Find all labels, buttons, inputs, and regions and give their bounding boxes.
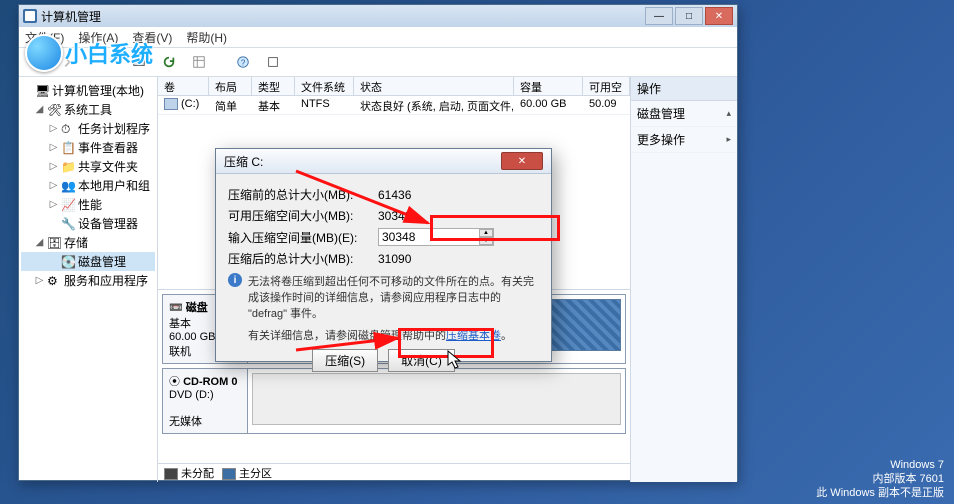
cancel-button[interactable]: 取消(C): [388, 349, 455, 372]
disk-icon: 💽: [61, 255, 75, 269]
value-total-before: 61436: [378, 188, 539, 202]
users-icon: 👥: [61, 179, 75, 193]
col-status[interactable]: 状态: [354, 77, 514, 95]
computer-icon: 🖥: [35, 84, 49, 98]
forward-button[interactable]: [55, 50, 79, 74]
label-enter-amount: 输入压缩空间量(MB)(E):: [228, 229, 378, 246]
folder-icon: 📁: [61, 160, 75, 174]
col-filesystem[interactable]: 文件系统: [295, 77, 354, 95]
label-total-before: 压缩前的总计大小(MB):: [228, 186, 378, 203]
help-link[interactable]: 压缩基本卷: [446, 330, 501, 342]
volume-icon: [164, 98, 178, 110]
actions-more[interactable]: 更多操作▸: [631, 127, 737, 153]
shrink-dialog: 压缩 C: ✕ 压缩前的总计大小(MB):61436 可用压缩空间大小(MB):…: [215, 148, 552, 362]
menubar: 文件(F) 操作(A) 查看(V) 帮助(H): [19, 27, 737, 48]
col-volume[interactable]: 卷: [158, 77, 209, 95]
volume-row-c[interactable]: (C:) 简单 基本 NTFS 状态良好 (系统, 启动, 页面文件, 活动, …: [158, 96, 630, 115]
tree-task-scheduler[interactable]: ▷⏱任务计划程序: [21, 119, 155, 138]
titlebar[interactable]: 计算机管理 — □ ✕: [19, 5, 737, 27]
perf-icon: 📈: [61, 198, 75, 212]
label-total-after: 压缩后的总计大小(MB):: [228, 250, 378, 267]
shrink-amount-input[interactable]: [378, 228, 494, 246]
legend: 未分配 主分区: [158, 463, 630, 482]
spin-up-button[interactable]: ▲: [479, 229, 493, 237]
menu-action[interactable]: 操作(A): [78, 29, 118, 46]
nav-tree[interactable]: 🖥计算机管理(本地) ◢🛠系统工具 ▷⏱任务计划程序 ▷📋事件查看器 ▷📁共享文…: [19, 77, 158, 482]
cdrom-empty: [252, 373, 621, 425]
tree-root[interactable]: 🖥计算机管理(本地): [21, 81, 155, 100]
shrink-button[interactable]: 压缩(S): [312, 349, 378, 372]
value-available-shrink: 30348: [378, 209, 539, 223]
menu-help[interactable]: 帮助(H): [186, 29, 227, 46]
toolbar: 小白系统 ?: [19, 48, 737, 77]
menu-file[interactable]: 文件(F): [25, 29, 64, 46]
menu-view[interactable]: 查看(V): [132, 29, 172, 46]
cdrom-icon: ⦿: [169, 376, 180, 388]
tree-shared-folders[interactable]: ▷📁共享文件夹: [21, 157, 155, 176]
actions-pane: 操作 磁盘管理▴ 更多操作▸: [630, 77, 737, 482]
desktop: 计算机管理 — □ ✕ 文件(F) 操作(A) 查看(V) 帮助(H) 小白系统: [0, 0, 954, 504]
windows-watermark: Windows 7 内部版本 7601 此 Windows 副本不是正版: [816, 458, 944, 500]
tools-icon: 🛠: [47, 103, 61, 117]
toolbar-icon-3[interactable]: [187, 50, 211, 74]
back-button[interactable]: [25, 50, 49, 74]
refresh-button[interactable]: [157, 50, 181, 74]
clock-icon: ⏱: [61, 122, 75, 136]
tree-event-viewer[interactable]: ▷📋事件查看器: [21, 138, 155, 157]
help-button[interactable]: ?: [231, 50, 255, 74]
swatch-unallocated: [164, 468, 178, 480]
tree-services-apps[interactable]: ▷⚙服务和应用程序: [21, 271, 155, 290]
volume-list-header[interactable]: 卷 布局 类型 文件系统 状态 容量 可用空: [158, 77, 630, 96]
dialog-title: 压缩 C:: [224, 153, 263, 170]
storage-icon: 🗄: [47, 236, 61, 250]
tree-performance[interactable]: ▷📈性能: [21, 195, 155, 214]
col-capacity[interactable]: 容量: [514, 77, 583, 95]
close-button[interactable]: ✕: [705, 7, 733, 25]
chevron-down-icon: ▴: [726, 108, 731, 119]
spin-down-button[interactable]: ▼: [479, 237, 493, 245]
info-note-2: 有关详细信息，请参阅磁盘管理帮助中的压缩基本卷。: [248, 327, 539, 343]
actions-disk-mgmt[interactable]: 磁盘管理▴: [631, 101, 737, 127]
window-icon: [23, 9, 37, 23]
col-free[interactable]: 可用空: [583, 77, 630, 95]
info-note: i 无法将卷压缩到超出任何不可移动的文件所在的点。有关完成该操作时间的详细信息，…: [228, 273, 539, 321]
toolbar-icon-1[interactable]: [127, 50, 151, 74]
toolbar-icon-5[interactable]: [261, 50, 285, 74]
dialog-titlebar[interactable]: 压缩 C: ✕: [216, 149, 551, 174]
dialog-close-button[interactable]: ✕: [501, 152, 543, 170]
col-layout[interactable]: 布局: [209, 77, 252, 95]
tree-system-tools[interactable]: ◢🛠系统工具: [21, 100, 155, 119]
swatch-primary: [222, 468, 236, 480]
label-available-shrink: 可用压缩空间大小(MB):: [228, 207, 378, 224]
info-icon: i: [228, 273, 242, 287]
value-total-after: 31090: [378, 252, 539, 266]
device-icon: 🔧: [61, 217, 75, 231]
services-icon: ⚙: [47, 274, 61, 288]
col-type[interactable]: 类型: [252, 77, 295, 95]
minimize-button[interactable]: —: [645, 7, 673, 25]
maximize-button[interactable]: □: [675, 7, 703, 25]
chevron-right-icon: ▸: [726, 134, 731, 145]
tree-device-manager[interactable]: 🔧设备管理器: [21, 214, 155, 233]
tree-local-users[interactable]: ▷👥本地用户和组: [21, 176, 155, 195]
tree-storage[interactable]: ◢🗄存储: [21, 233, 155, 252]
window-title: 计算机管理: [41, 8, 101, 25]
disk0-icon: 📼: [169, 302, 183, 314]
svg-text:?: ?: [241, 59, 246, 68]
event-icon: 📋: [61, 141, 75, 155]
tree-disk-management[interactable]: 💽磁盘管理: [21, 252, 155, 271]
actions-header: 操作: [631, 77, 737, 101]
